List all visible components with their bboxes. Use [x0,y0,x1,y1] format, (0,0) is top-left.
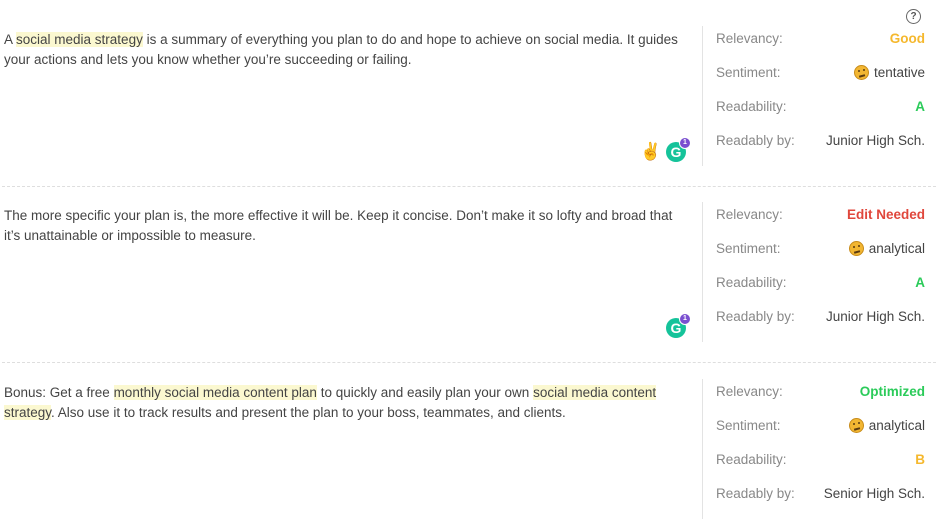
paragraph-text[interactable]: A social media strategy is a summary of … [4,30,684,70]
sentiment-value: analytical [848,239,925,259]
relevancy-row: Relevancy: Good [716,29,925,49]
readability-row: Readability: A [716,97,925,117]
sentiment-value: tentative [853,63,925,83]
readably-by-row: Readably by: Senior High Sch. [716,484,925,504]
paragraph-text[interactable]: The more specific your plan is, the more… [4,206,684,246]
text-segment: A [4,32,17,47]
sentiment-row: Sentiment: tentative [716,63,925,83]
content-block: The more specific your plan is, the more… [0,196,947,346]
readably-by-row: Readably by: Junior High Sch. [716,307,925,327]
grammarly-icon[interactable]: G 1 [666,313,691,338]
readability-label: Readability: [716,275,787,290]
block-divider [2,362,936,363]
thinking-face-icon [848,241,864,256]
metrics-panel: Relevancy: Good Sentiment: tentative Rea… [702,26,925,166]
sentiment-label: Sentiment: [716,241,781,256]
readability-label: Readability: [716,99,787,114]
readability-label: Readability: [716,452,787,467]
readably-by-label: Readably by: [716,133,795,148]
relevancy-row: Relevancy: Edit Needed [716,205,925,225]
sentiment-text: analytical [868,241,925,256]
readability-row: Readability: A [716,273,925,293]
sentiment-text: tentative [873,65,925,80]
readably-by-value: Junior High Sch. [825,309,925,324]
paragraph-text[interactable]: Bonus: Get a free monthly social media c… [4,383,684,423]
metrics-panel: Relevancy: Edit Needed Sentiment: analyt… [702,202,925,342]
metrics-panel: Relevancy: Optimized Sentiment: analytic… [702,379,925,519]
readability-row: Readability: B [716,450,925,470]
readability-grade: B [915,452,925,467]
readably-by-label: Readably by: [716,486,795,501]
readably-by-value: Junior High Sch. [825,133,925,148]
text-segment: . Also use it to track results and prese… [51,405,566,420]
block-icons: ✌ G 1 [0,137,700,164]
readability-grade: A [915,275,925,290]
relevancy-label: Relevancy: [716,384,783,399]
grammarly-badge: 1 [679,137,691,149]
block-divider [2,186,936,187]
readability-grade: A [915,99,925,114]
text-segment: Bonus: Get a free [4,385,114,400]
text-segment: The more specific your plan is, the more… [4,208,673,243]
sentiment-value: analytical [848,416,925,436]
grammarly-icon[interactable]: G 1 [666,137,691,162]
readably-by-label: Readably by: [716,309,795,324]
sentiment-row: Sentiment: analytical [716,239,925,259]
relevancy-value: Good [889,31,925,46]
relevancy-value: Optimized [859,384,925,399]
victory-hand-icon: ✌ [640,142,662,161]
relevancy-row: Relevancy: Optimized [716,382,925,402]
readably-by-row: Readably by: Junior High Sch. [716,131,925,151]
relevancy-value: Edit Needed [846,207,925,222]
sentiment-text: analytical [868,418,925,433]
keyword-highlight[interactable]: monthly social media content plan [113,385,317,400]
readably-by-value: Senior High Sch. [823,486,925,501]
thinking-face-icon [848,418,864,433]
text-segment: to quickly and easily plan your own [316,385,534,400]
relevancy-label: Relevancy: [716,31,783,46]
sentiment-row: Sentiment: analytical [716,416,925,436]
sentiment-label: Sentiment: [716,418,781,433]
keyword-highlight[interactable]: social media strategy [16,32,143,47]
content-block: Bonus: Get a free monthly social media c… [0,373,947,523]
block-icons: G 1 [0,313,700,340]
grammarly-badge: 1 [679,313,691,325]
relevancy-label: Relevancy: [716,207,783,222]
content-block: A social media strategy is a summary of … [0,20,947,170]
sentiment-label: Sentiment: [716,65,781,80]
thinking-face-icon [853,65,869,80]
